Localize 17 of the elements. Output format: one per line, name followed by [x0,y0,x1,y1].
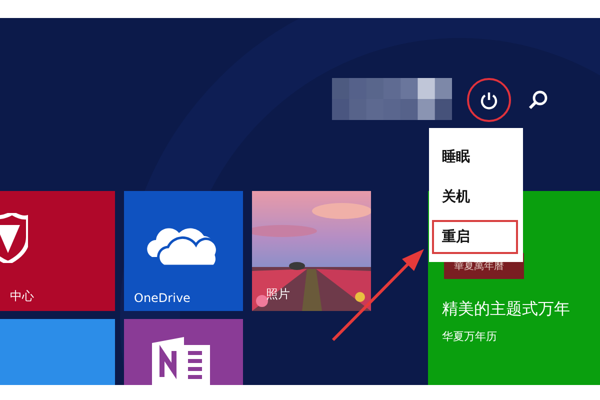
tile-label: OneDrive [134,291,190,305]
menu-item[interactable]: 睡眠 [432,140,518,174]
app-tile[interactable] [0,319,115,385]
power-icon [479,90,499,110]
tile-label: 中心 [10,288,34,305]
app-tile[interactable]: 中心 [0,191,115,311]
menu-item[interactable]: 重启 [432,220,518,254]
photos-tile[interactable]: 照片 [252,191,371,311]
app-tile[interactable] [124,319,243,385]
search-icon [527,89,549,111]
tile-label: 照片 [266,286,290,303]
power-button[interactable] [467,78,511,122]
search-button[interactable] [526,88,550,112]
tile-title: 精美的主题式万年 [442,299,570,320]
shield-icon [0,213,28,263]
app-tile[interactable]: OneDrive [124,191,243,311]
tile-label: 华夏万年历 [442,329,497,344]
